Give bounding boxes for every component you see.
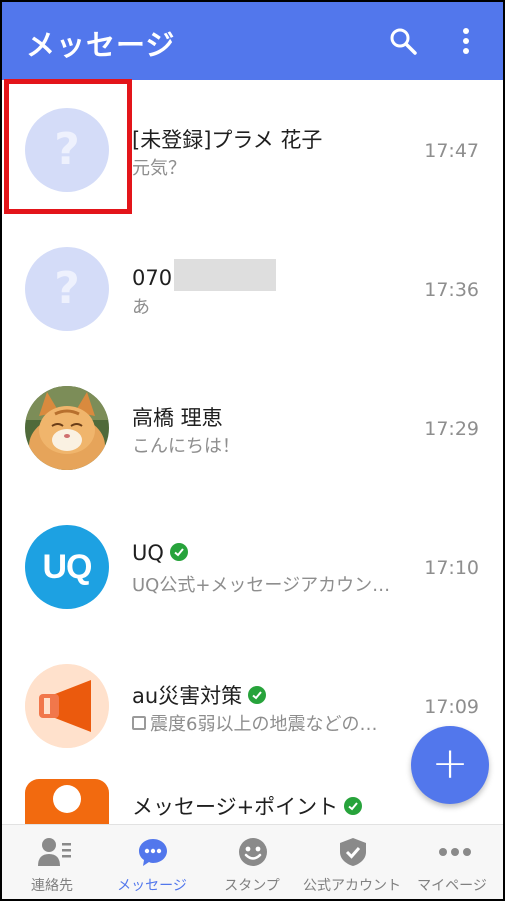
message-time: 17:36: [424, 279, 479, 301]
contact-name: 070: [132, 259, 277, 295]
nav-label: メッセージ: [117, 878, 187, 894]
plus-icon: +: [431, 738, 469, 789]
image-icon: [132, 716, 146, 730]
message-time: 17:09: [424, 696, 479, 718]
shield-check-icon: [338, 837, 368, 867]
conversation-row[interactable]: ? [未登録]プラメ 花子 元気？ 17:47: [2, 80, 503, 219]
verified-check-icon: [344, 797, 363, 815]
redacted-block: [174, 259, 277, 291]
preview-text: 震度6弱以上の地震などの…: [150, 714, 378, 735]
verified-check-icon: [248, 686, 267, 704]
bottom-navigation: 連絡先 メッセージ スタンプ 公式アカウント マイページ: [2, 824, 503, 899]
phone-number: 070: [132, 266, 173, 290]
conversation-row[interactable]: 高橋 理恵 こんにちは！ 17:29: [2, 358, 503, 497]
nav-messages[interactable]: メッセージ: [102, 825, 202, 899]
contacts-icon: [38, 837, 71, 867]
more-horizontal-icon: [438, 837, 471, 867]
message-time: 17:10: [424, 557, 479, 579]
verified-check-icon: [169, 543, 188, 561]
cat-photo-avatar[interactable]: [25, 386, 109, 470]
contact-name: [未登録]プラメ 花子: [132, 128, 323, 152]
nav-mypage[interactable]: マイページ: [402, 825, 502, 899]
new-message-button[interactable]: +: [411, 726, 489, 804]
search-icon[interactable]: [388, 26, 418, 56]
nav-label: マイページ: [417, 878, 487, 894]
message-time: 17:47: [424, 140, 479, 162]
contact-name: 高橋 理恵: [132, 406, 223, 430]
smiley-icon: [238, 837, 268, 867]
conversation-row[interactable]: UQ UQ UQ公式+メッセージアカウン… 17:10: [2, 497, 503, 636]
conversation-row[interactable]: ? 070 あ 17:36: [2, 219, 503, 358]
message-preview: 元気？: [132, 158, 186, 179]
nav-contacts[interactable]: 連絡先: [2, 825, 102, 899]
message-preview: こんにちは！: [132, 436, 240, 457]
message-time: 17:29: [424, 418, 479, 440]
point-p-icon: [53, 785, 81, 813]
app-bar: メッセージ: [2, 2, 503, 80]
app-frame: メッセージ ? [未登録]プラメ 花子 元気？ 17:47 ? 070 あ 17…: [0, 0, 505, 901]
more-vertical-icon[interactable]: [454, 26, 478, 56]
unknown-contact-avatar[interactable]: ?: [25, 108, 109, 192]
uq-logo-avatar[interactable]: UQ: [25, 525, 109, 609]
message-preview: 震度6弱以上の地震などの…: [132, 710, 377, 736]
unknown-contact-avatar[interactable]: ?: [25, 247, 109, 331]
question-mark-icon: ?: [54, 124, 80, 175]
point-logo-avatar[interactable]: [25, 779, 109, 824]
megaphone-logo-avatar[interactable]: [25, 664, 109, 748]
question-mark-icon: ?: [54, 263, 80, 314]
uq-logo: UQ: [42, 548, 93, 586]
account-name: UQ: [132, 541, 164, 565]
message-preview: あ: [132, 297, 150, 318]
nav-stamps[interactable]: スタンプ: [202, 825, 302, 899]
account-name: メッセージ+ポイント: [132, 795, 339, 819]
page-title: メッセージ: [26, 28, 176, 62]
contact-name: UQ: [132, 541, 188, 565]
nav-label: スタンプ: [224, 878, 280, 894]
nav-label: 連絡先: [31, 878, 73, 894]
account-name: au災害対策: [132, 684, 243, 708]
contact-name: メッセージ+ポイント: [132, 791, 363, 821]
contact-name: au災害対策: [132, 680, 267, 710]
message-preview: UQ公式+メッセージアカウン…: [132, 575, 391, 596]
nav-official-accounts[interactable]: 公式アカウント: [302, 825, 402, 899]
conversation-list: ? [未登録]プラメ 花子 元気？ 17:47 ? 070 あ 17:36 高橋…: [2, 80, 503, 824]
message-bubble-icon: [138, 837, 168, 867]
nav-label: 公式アカウント: [303, 878, 401, 894]
